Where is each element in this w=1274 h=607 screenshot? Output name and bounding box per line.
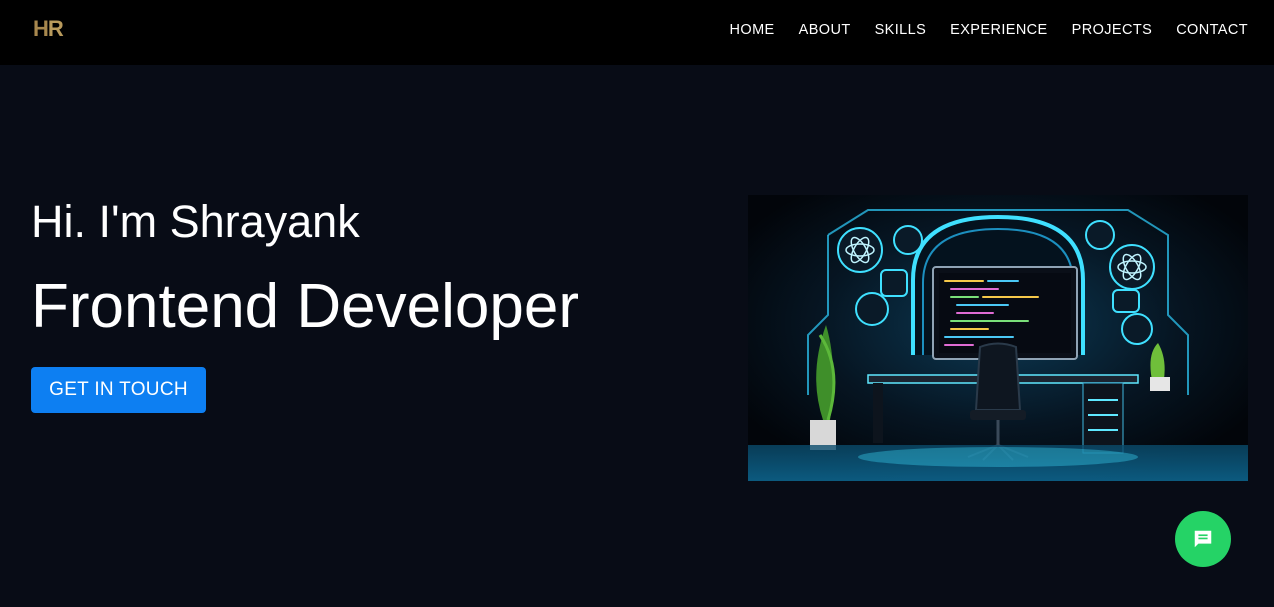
nav-link-home[interactable]: HOME (730, 21, 775, 39)
chat-icon (1194, 530, 1212, 548)
get-in-touch-button[interactable]: GET IN TOUCH (31, 367, 206, 413)
workspace-illustration-icon (748, 195, 1248, 481)
nav-link-experience[interactable]: EXPERIENCE (950, 21, 1047, 39)
navbar: HR HOME ABOUT SKILLS EXPERIENCE PROJECTS… (0, 0, 1274, 65)
hero-role-title: Frontend Developer (31, 272, 579, 341)
nav-link-contact[interactable]: CONTACT (1176, 21, 1248, 39)
developer-workspace-image (748, 195, 1248, 481)
nav-link-projects[interactable]: PROJECTS (1072, 21, 1153, 39)
nav-links: HOME ABOUT SKILLS EXPERIENCE PROJECTS CO… (730, 21, 1248, 39)
hero-greeting: Hi. I'm Shrayank (31, 196, 360, 247)
nav-link-about[interactable]: ABOUT (799, 21, 851, 39)
nav-link-skills[interactable]: SKILLS (875, 21, 927, 39)
site-logo[interactable]: HR (33, 14, 75, 44)
chat-button[interactable] (1175, 511, 1231, 567)
